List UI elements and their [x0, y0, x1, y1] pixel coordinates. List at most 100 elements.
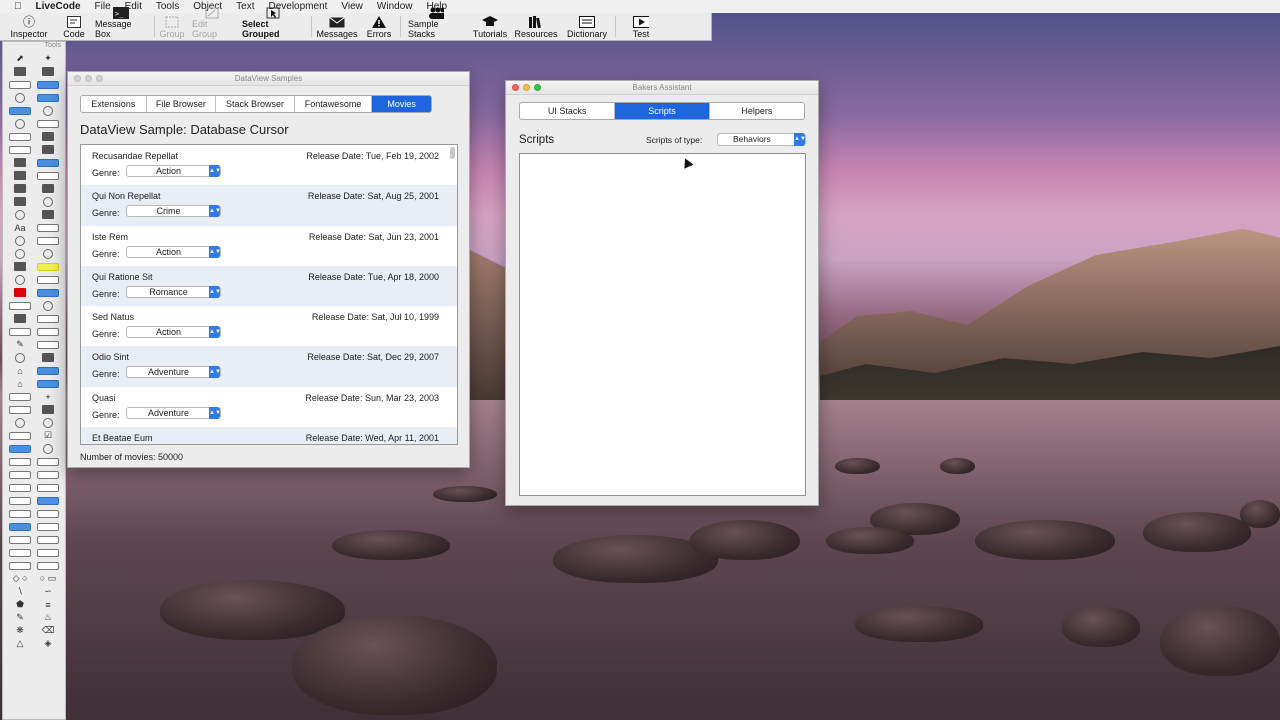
- menu-app-name[interactable]: LiveCode: [36, 1, 81, 12]
- dictionary-button[interactable]: Dictionary: [561, 13, 613, 40]
- apple-menu-icon[interactable]: : [14, 1, 22, 12]
- shield-icon[interactable]: [7, 157, 33, 168]
- messages-button[interactable]: Messages: [314, 13, 360, 40]
- genre-popup[interactable]: Action ▲▼: [126, 245, 221, 258]
- eraser-icon[interactable]: ⌫: [35, 625, 61, 636]
- shape-icon[interactable]: [35, 313, 61, 324]
- menu-tools[interactable]: Tools: [156, 1, 179, 12]
- tab-scripts[interactable]: Scripts: [615, 103, 710, 119]
- globe-icon[interactable]: [35, 417, 61, 428]
- curve-tool-icon[interactable]: ∽: [35, 586, 61, 597]
- list-field-icon[interactable]: [35, 482, 61, 493]
- header-bar-icon[interactable]: [7, 105, 33, 116]
- svg-icon[interactable]: [35, 352, 61, 363]
- lock-icon[interactable]: [7, 261, 33, 272]
- rounded-button-icon[interactable]: [7, 430, 33, 441]
- player-control-icon[interactable]: [7, 560, 33, 571]
- bakers-titlebar[interactable]: Bakers Assistant: [506, 81, 818, 95]
- svg-plus-icon[interactable]: [35, 365, 61, 376]
- toggle-icon[interactable]: [35, 300, 61, 311]
- map-pin-icon[interactable]: [35, 196, 61, 207]
- default-button-icon[interactable]: [7, 443, 33, 454]
- oval-rect-icon[interactable]: ○ ▭: [35, 573, 61, 584]
- list-item[interactable]: Recusandae Repellat Release Date: Tue, F…: [81, 145, 457, 185]
- resources-button[interactable]: Resources: [511, 13, 561, 40]
- segmented-icon[interactable]: [7, 131, 33, 142]
- text-icon[interactable]: Aa: [7, 222, 33, 233]
- list-item[interactable]: Qui Ratione Sit Release Date: Tue, Apr 1…: [81, 265, 457, 307]
- search-icon[interactable]: [7, 235, 33, 246]
- checkbox-icon[interactable]: ☑: [35, 430, 61, 441]
- lasso-icon[interactable]: ❋: [7, 625, 33, 636]
- scripts-list[interactable]: [519, 153, 806, 496]
- standard-button-icon[interactable]: [7, 456, 33, 467]
- little-arrows-icon[interactable]: [35, 547, 61, 558]
- list-widget-icon[interactable]: [35, 287, 61, 298]
- close-icon[interactable]: [512, 84, 519, 91]
- tree-icon[interactable]: [7, 417, 33, 428]
- message-box-button[interactable]: >_ Message Box: [90, 7, 152, 40]
- rectangle-icon[interactable]: [7, 313, 33, 324]
- list-item[interactable]: Quasi Release Date: Sun, Mar 23, 2003 Ge…: [81, 387, 457, 427]
- field-icon[interactable]: [35, 222, 61, 233]
- tab-movies[interactable]: Movies: [372, 96, 431, 112]
- user-widget-icon[interactable]: [35, 157, 61, 168]
- ios-widget-icon[interactable]: [35, 144, 61, 155]
- image-icon[interactable]: [7, 183, 33, 194]
- progress-bar-icon[interactable]: [35, 534, 61, 545]
- nav-bar-icon[interactable]: [35, 118, 61, 129]
- clock-widget-icon[interactable]: [7, 118, 33, 129]
- browser-widget-icon[interactable]: [7, 92, 33, 103]
- menu-window[interactable]: Window: [377, 1, 413, 12]
- menu-file[interactable]: File: [95, 1, 111, 12]
- pointer-tool-icon[interactable]: ⬈: [7, 53, 33, 64]
- pencil-icon[interactable]: ✎: [7, 339, 33, 350]
- select-grouped-button[interactable]: Select Grouped: [237, 7, 309, 40]
- radio-button-icon[interactable]: [35, 443, 61, 454]
- keypad-icon[interactable]: [35, 209, 61, 220]
- scrolling-field-icon[interactable]: [7, 482, 33, 493]
- line-tools-icon[interactable]: ∖: [7, 586, 33, 597]
- tab-stack-browser[interactable]: Stack Browser: [216, 96, 295, 112]
- label-widget-icon[interactable]: [35, 170, 61, 181]
- progress-icon[interactable]: [7, 274, 33, 285]
- genre-popup[interactable]: Action ▲▼: [126, 165, 221, 177]
- test-button[interactable]: Test: [618, 13, 664, 40]
- genre-popup[interactable]: Romance ▲▼: [126, 285, 221, 298]
- list-icon[interactable]: [35, 326, 61, 337]
- home-menu-icon[interactable]: ⌂: [7, 378, 33, 389]
- doc-icon[interactable]: [35, 378, 61, 389]
- switch-icon[interactable]: [7, 391, 33, 402]
- tab-helpers[interactable]: Helpers: [710, 103, 804, 119]
- add-icon[interactable]: +: [35, 391, 61, 402]
- tab-panel-icon[interactable]: [7, 521, 33, 532]
- tab-ui-stacks[interactable]: UI Stacks: [520, 103, 616, 119]
- table-icon[interactable]: [7, 404, 33, 415]
- genre-popup[interactable]: Action ▲▼: [126, 326, 221, 339]
- ios-switch-icon[interactable]: [7, 144, 33, 155]
- combo-box-icon[interactable]: [35, 495, 61, 506]
- player-icon[interactable]: [7, 196, 33, 207]
- android-widget-icon[interactable]: [7, 66, 33, 77]
- genre-popup[interactable]: Crime ▲▼: [126, 205, 221, 218]
- genre-popup[interactable]: Adventure ▲▼: [126, 406, 221, 419]
- text-field-icon[interactable]: [35, 469, 61, 480]
- group-button[interactable]: Group: [157, 13, 187, 40]
- browse-tool-icon[interactable]: ✦: [35, 53, 61, 64]
- graphic-icon[interactable]: [35, 560, 61, 571]
- field-widget-icon[interactable]: [35, 92, 61, 103]
- menu-button-icon[interactable]: [35, 456, 61, 467]
- code-button[interactable]: Code: [58, 13, 90, 40]
- yellow-bar-icon[interactable]: [35, 261, 61, 272]
- list-item[interactable]: Sed Natus Release Date: Sat, Jul 10, 199…: [81, 306, 457, 346]
- pencil-brush-icon[interactable]: ✎: [7, 612, 33, 623]
- menu-view[interactable]: View: [341, 1, 363, 12]
- home-icon[interactable]: ⌂: [7, 365, 33, 376]
- lines-icon[interactable]: ≡: [35, 599, 61, 610]
- list-item[interactable]: Qui Non Repellat Release Date: Sat, Aug …: [81, 185, 457, 226]
- list-item[interactable]: Iste Rem Release Date: Sat, Jun 23, 2001…: [81, 226, 457, 266]
- minimize-icon[interactable]: [85, 75, 92, 82]
- edit-group-button[interactable]: Edit Group: [187, 7, 237, 40]
- slider-control-icon[interactable]: [7, 547, 33, 558]
- toggle-widget-icon[interactable]: [35, 79, 61, 90]
